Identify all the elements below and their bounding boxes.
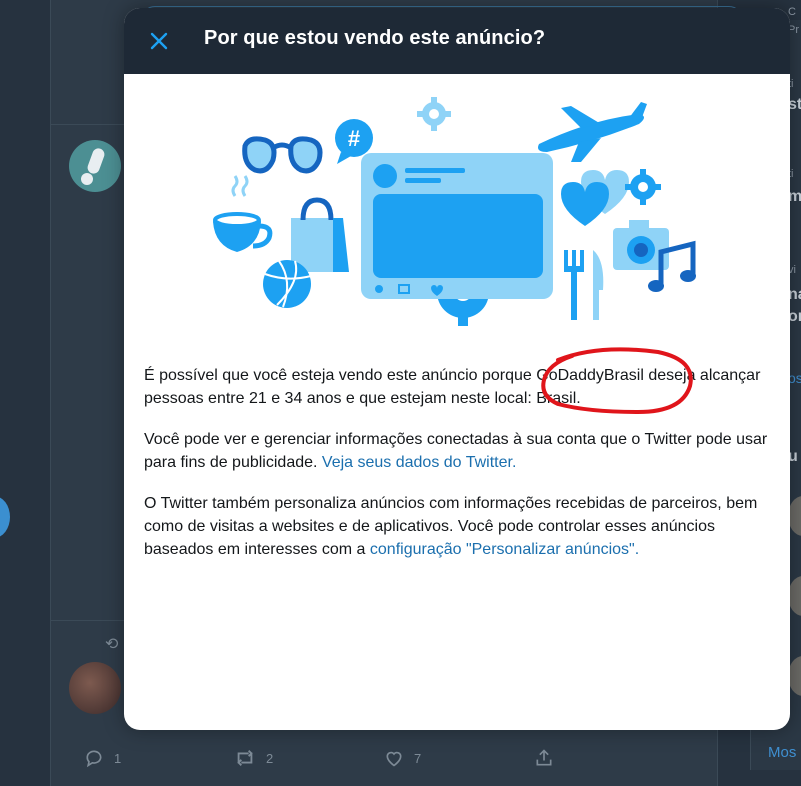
avatar[interactable] — [69, 662, 121, 714]
basketball-icon — [263, 260, 312, 308]
targeting-explanation: É possível que você esteja vendo este an… — [144, 364, 770, 410]
close-icon — [150, 32, 168, 50]
retweet-icon: ⟲ — [105, 636, 119, 653]
fork-knife-icon — [564, 250, 604, 320]
tweet-card-icon — [361, 153, 553, 299]
avatar[interactable] — [69, 140, 121, 192]
like-icon — [386, 751, 402, 767]
personalization-explanation: O Twitter também personaliza anúncios co… — [144, 492, 770, 561]
like-count: 7 — [414, 750, 422, 766]
shopping-bag-icon — [291, 197, 349, 272]
twitter-data-link[interactable]: Veja seus dados do Twitter. — [322, 454, 517, 471]
modal-title: Por que estou vendo este anúncio? — [204, 27, 546, 49]
modal-body: É possível que você esteja vendo este an… — [144, 364, 770, 579]
sunglasses-icon — [242, 136, 323, 174]
data-explanation: Você pode ver e gerenciar informações co… — [144, 428, 770, 474]
tweet-actions: 1 2 7 — [84, 748, 684, 768]
close-button[interactable] — [140, 22, 178, 60]
advertiser-name: GoDaddyBrasil — [536, 367, 644, 384]
reply-count: 1 — [114, 750, 122, 766]
ad-illustration: # — [213, 97, 696, 326]
share-button[interactable] — [534, 748, 684, 768]
background-avatar-partial — [0, 496, 10, 538]
explanation-text: É possível que você esteja vendo este an… — [144, 367, 537, 384]
share-icon — [536, 749, 552, 766]
reply-icon — [86, 750, 102, 768]
heart-icon — [561, 170, 629, 226]
retweet-icon — [237, 750, 253, 766]
gear-icon — [625, 169, 661, 205]
ad-info-modal: Por que estou vendo este anúncio? # É po… — [124, 8, 790, 730]
modal-header: Por que estou vendo este anúncio? — [124, 8, 790, 74]
svg-text:#: # — [348, 126, 360, 151]
airplane-icon — [538, 102, 647, 162]
coffee-cup-icon — [213, 175, 273, 252]
retweet-count: 2 — [266, 750, 274, 766]
show-more-link[interactable]: Mos — [768, 744, 796, 761]
personalize-ads-setting-link[interactable]: configuração "Personalizar anúncios". — [370, 541, 639, 558]
retweet-button[interactable]: 2 — [234, 748, 384, 768]
like-button[interactable]: 7 — [384, 748, 534, 768]
reply-button[interactable]: 1 — [84, 748, 234, 768]
gear-icon — [417, 97, 451, 131]
